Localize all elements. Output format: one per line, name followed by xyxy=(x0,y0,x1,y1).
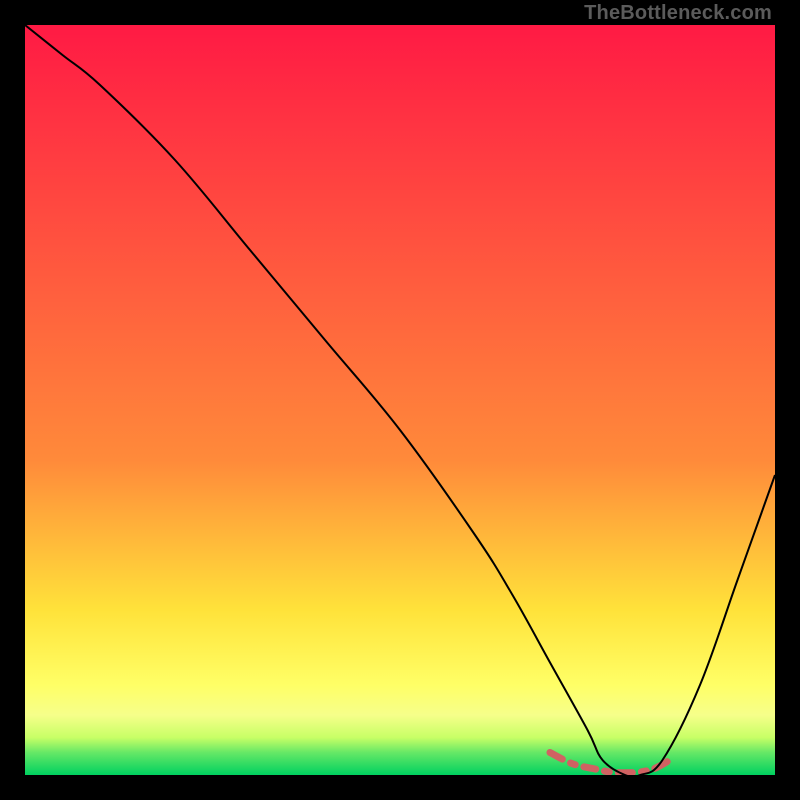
chart-frame: TheBottleneck.com xyxy=(0,0,800,800)
watermark-text: TheBottleneck.com xyxy=(584,2,772,25)
bottleneck-curve xyxy=(25,25,775,775)
curve-layer xyxy=(25,25,775,775)
optimal-range-highlight xyxy=(550,753,670,773)
plot-area xyxy=(25,25,775,775)
